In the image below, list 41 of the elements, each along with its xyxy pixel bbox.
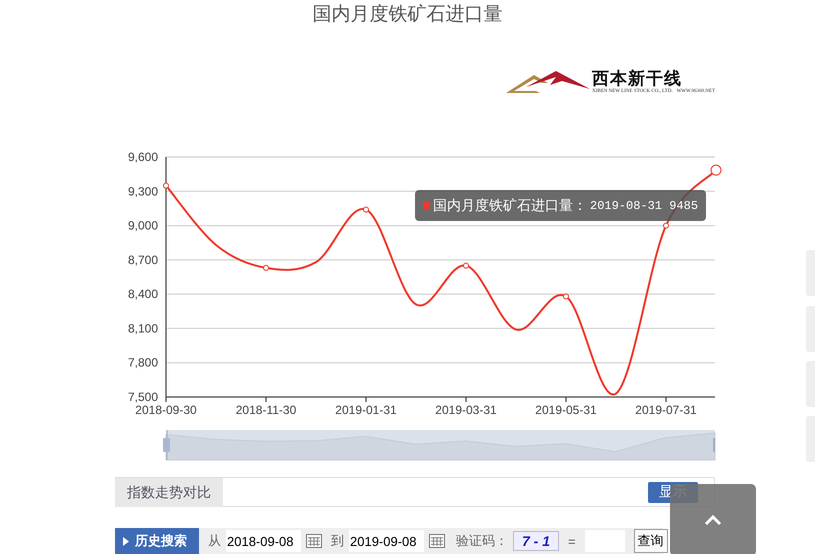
x-axis-label: 2018-09-30 [135, 403, 197, 417]
y-axis-label: 7,500 [128, 390, 158, 404]
tooltip-series: 国内月度铁矿石进口量： [433, 196, 587, 214]
data-point [663, 222, 669, 229]
y-axis-label: 9,000 [128, 218, 158, 233]
tooltip-value: 2019-08-31 9485 [590, 198, 698, 212]
triangle-icon [123, 536, 129, 546]
mountain-logo-icon [506, 69, 590, 95]
y-axis-label: 9,600 [128, 150, 158, 164]
data-point [710, 164, 722, 176]
equals-sign: = [568, 534, 576, 548]
data-point [363, 206, 369, 213]
y-axis-label: 8,700 [128, 252, 158, 267]
y-axis-label: 7,800 [128, 356, 158, 370]
captcha-label: 验证码： [456, 532, 508, 550]
calendar-icon[interactable] [429, 534, 445, 548]
data-point [563, 293, 569, 300]
x-axis-label: 2019-03-31 [435, 403, 497, 417]
y-axis-label: 8,400 [128, 287, 158, 302]
to-label: 到 [331, 532, 344, 550]
data-point [163, 182, 169, 189]
chevron-up-icon [704, 514, 722, 526]
logo-name: 西本新干线 [592, 70, 684, 88]
start-date-field[interactable]: 2018-09-08 [226, 530, 301, 552]
section-label: 指数走势对比 [115, 478, 223, 506]
data-point [463, 262, 469, 269]
x-axis-label: 2019-07-31 [635, 403, 697, 417]
calendar-icon[interactable] [306, 534, 322, 548]
data-zoom-slider[interactable] [163, 430, 716, 460]
y-axis-label: 9,300 [128, 184, 158, 198]
query-button[interactable]: 查询 [634, 529, 668, 553]
history-search-tab[interactable]: 历史搜索 [115, 528, 199, 554]
end-date-field[interactable]: 2019-09-08 [349, 530, 424, 552]
x-axis-label: 2019-01-31 [335, 403, 397, 417]
captcha-image: 7 - 1 [513, 531, 559, 551]
x-axis-label: 2018-11-30 [236, 403, 296, 417]
y-axis-label: 8,100 [128, 321, 158, 336]
chart-title: 国内月度铁矿石进口量 [312, 3, 502, 27]
data-point [263, 264, 269, 271]
from-label: 从 [208, 532, 221, 550]
x-axis-label: 2019-05-31 [535, 403, 597, 417]
